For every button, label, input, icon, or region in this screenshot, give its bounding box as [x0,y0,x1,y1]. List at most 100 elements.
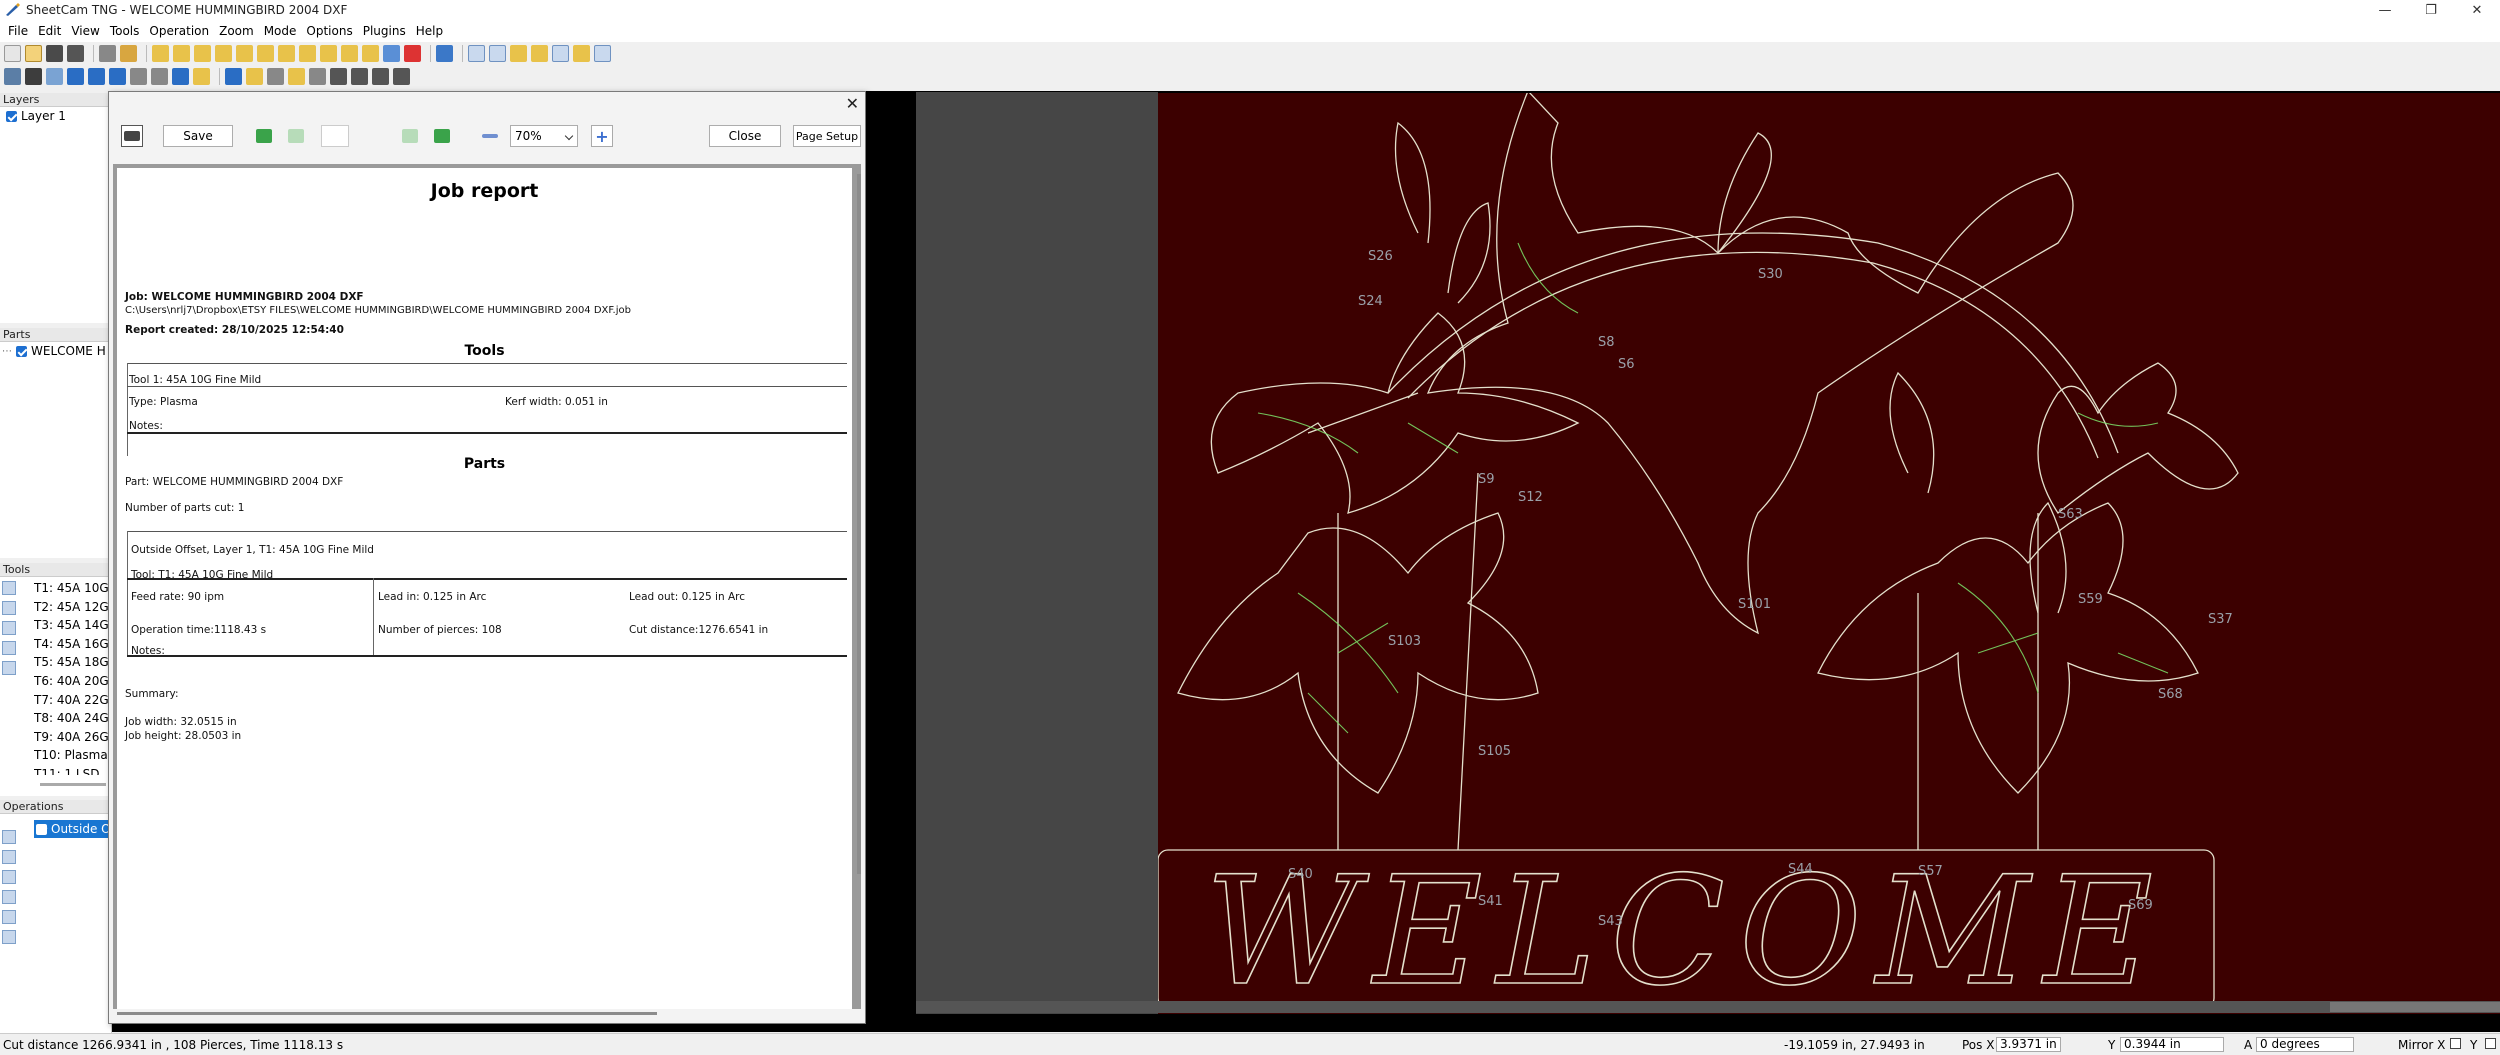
tool-item[interactable]: T2: 45A 12G Fi [34,600,110,619]
menu-tools[interactable]: Tools [108,24,148,38]
tool-item[interactable]: T4: 45A 16G Fi [34,637,110,656]
menu-edit[interactable]: Edit [36,24,69,38]
next-page-icon[interactable] [399,125,421,147]
zoom-out-icon[interactable] [489,45,506,62]
hummingbird-drawing[interactable]: WELCOME S26 S24 S30 S8 S6 S12 S9 S63 S59… [1158,93,2500,1014]
undo-icon[interactable] [436,45,453,62]
zoom-all-icon[interactable] [552,45,569,62]
tool-item[interactable]: T10: Plasma, 0 [34,748,110,767]
lead-icon[interactable] [267,68,284,85]
tool-d-icon[interactable] [236,45,253,62]
calculator-icon[interactable] [99,45,116,62]
new-file-icon[interactable] [4,45,21,62]
print-icon[interactable] [67,45,84,62]
save-button[interactable]: Save [163,125,233,147]
tool-e-icon[interactable] [257,45,274,62]
path-icon[interactable] [67,68,84,85]
frame-icon[interactable] [372,68,389,85]
tool-k-icon[interactable] [383,45,400,62]
preview-vertical-scrollbar[interactable] [857,174,861,874]
tool-item[interactable]: T7: 40A 22G Fi [34,693,110,712]
save-file-icon[interactable] [46,45,63,62]
canvas-horizontal-scrollbar[interactable] [916,1001,2500,1013]
zoom-in-icon[interactable]: + [591,125,613,147]
tool-item[interactable]: T11: 1 LSD [34,767,110,775]
dialog-close-icon[interactable]: ✕ [846,94,859,113]
menu-options[interactable]: Options [304,24,360,38]
mirror-x-checkbox[interactable] [2450,1038,2461,1049]
layer-visible-checkbox[interactable] [6,110,17,122]
select-icon[interactable] [225,68,242,85]
operation-table-icon[interactable] [2,890,16,904]
tool-b-icon[interactable] [194,45,211,62]
operation-run-icon[interactable] [2,910,16,924]
zoom-sheet-icon[interactable] [594,45,611,62]
previous-page-icon[interactable] [285,125,307,147]
minimize-button[interactable]: — [2362,0,2408,20]
menu-help[interactable]: Help [414,24,451,38]
tool-table-icon[interactable] [2,621,16,635]
tree-expander-icon[interactable]: ⋯ [2,346,16,357]
tab-icon[interactable] [288,68,305,85]
operation-enabled-checkbox[interactable] [36,823,47,835]
tool-item[interactable]: T5: 45A 18G Fi [34,655,110,674]
preview-viewport[interactable]: Job report Job: WELCOME HUMMINGBIRD 2004… [113,164,861,1009]
tool-grid-icon[interactable] [2,641,16,655]
layers-icon[interactable] [25,68,42,85]
layer-item[interactable]: Layer 1 [0,107,111,125]
tool-item[interactable]: T6: 40A 20G Fi [34,674,110,693]
edit-operation-icon[interactable] [2,850,16,864]
mirror-y-checkbox[interactable] [2485,1038,2496,1049]
menu-operation[interactable]: Operation [147,24,217,38]
rotate-icon[interactable] [309,68,326,85]
tool-item[interactable]: T9: 40A 26G Fi [34,730,110,749]
origin-icon[interactable] [330,68,347,85]
page-setup-button[interactable]: Page Setup [793,125,861,147]
part-item[interactable]: ⋯ WELCOME H [0,342,111,360]
pos-y-field[interactable]: 0.3944 in [2120,1037,2224,1052]
start-point-icon[interactable] [193,68,210,85]
tools-scrollbar[interactable] [40,783,106,786]
angle-field[interactable]: 0 degrees [2256,1037,2354,1052]
new-tool-icon[interactable] [2,581,16,595]
tool-a-icon[interactable] [173,45,190,62]
zoom-select[interactable]: 70% [510,125,578,147]
menu-zoom[interactable]: Zoom [217,24,262,38]
zoom-fit-icon[interactable] [531,45,548,62]
tool-item[interactable]: T8: 40A 24G Fi [34,711,110,730]
operation-list-icon[interactable] [2,930,16,944]
measure-icon[interactable] [130,68,147,85]
zoom-window-icon[interactable] [510,45,527,62]
maximize-button[interactable]: ❐ [2408,0,2454,20]
operation-order-icon[interactable] [2,870,16,884]
zoom-out-icon[interactable] [479,125,501,147]
tool-item[interactable]: T3: 45A 14G Fi [34,618,110,637]
close-window-button[interactable]: ✕ [2454,0,2500,20]
edit-nodes-icon[interactable] [246,68,263,85]
menu-plugins[interactable]: Plugins [361,24,414,38]
nest-icon[interactable] [172,68,189,85]
tool-library-icon[interactable] [2,661,16,675]
print-icon[interactable] [121,125,143,147]
crop-icon[interactable] [351,68,368,85]
zoom-in-icon[interactable] [468,45,485,62]
grid-icon[interactable] [4,68,21,85]
scrollbar-thumb[interactable] [2330,1002,2500,1012]
close-button[interactable]: Close [709,125,781,147]
tool-h-icon[interactable] [320,45,337,62]
align-icon[interactable] [151,68,168,85]
tool-f-icon[interactable] [278,45,295,62]
tool-j-icon[interactable] [362,45,379,62]
tool-c-icon[interactable] [215,45,232,62]
pos-x-field[interactable]: 3.9371 in [1996,1037,2061,1052]
menu-file[interactable]: File [6,24,36,38]
tool-g-icon[interactable] [299,45,316,62]
part-visible-checkbox[interactable] [16,345,27,357]
curve-icon[interactable] [88,68,105,85]
text-tool-icon[interactable] [393,68,410,85]
operation-item[interactable]: Outside Offs [34,820,110,838]
last-page-icon[interactable] [431,125,453,147]
delete-icon[interactable] [404,45,421,62]
menu-view[interactable]: View [69,24,107,38]
tool-item[interactable]: T1: 45A 10G Fi [34,581,110,600]
